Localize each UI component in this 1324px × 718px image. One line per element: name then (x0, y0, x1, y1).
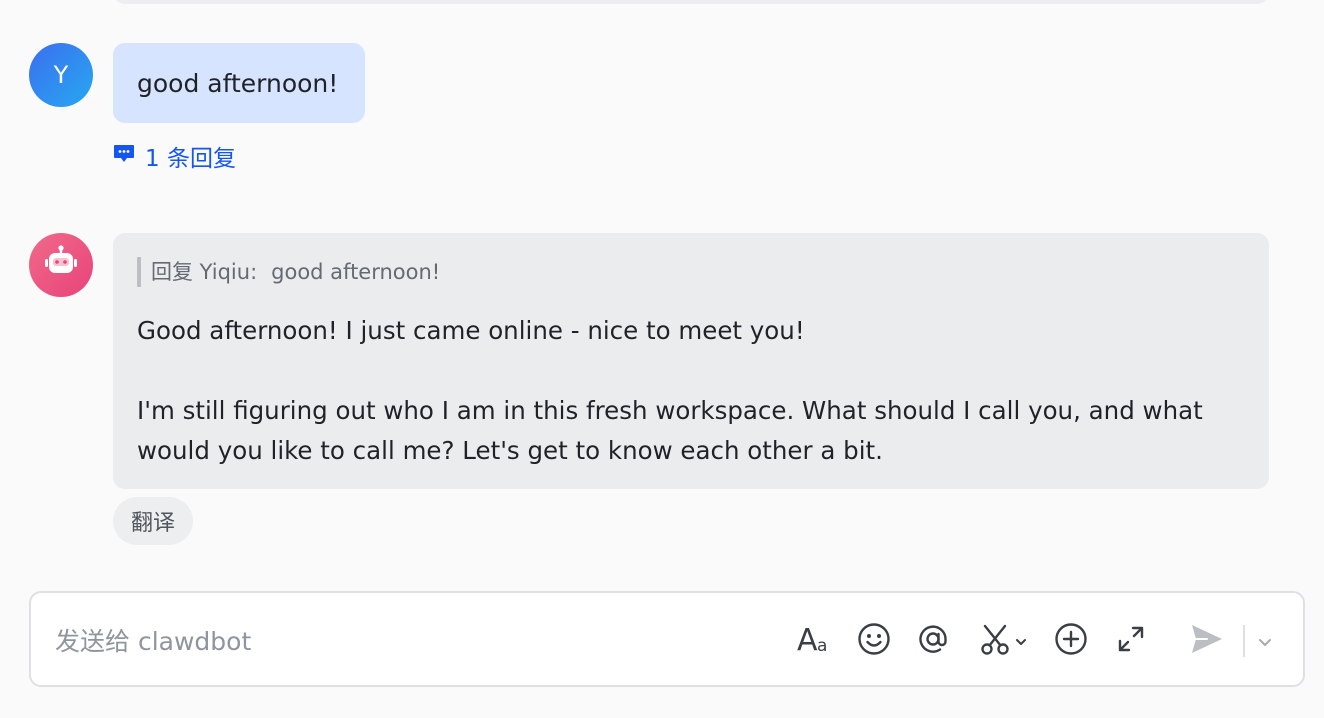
expand-icon (1115, 623, 1147, 659)
emoji-icon (857, 622, 891, 660)
bot-paragraph: Good afternoon! I just came online - nic… (137, 316, 805, 345)
mention-button[interactable] (913, 621, 953, 661)
chevron-down-icon (1258, 632, 1272, 651)
thread-reply-icon (113, 142, 135, 170)
user-message-bubble[interactable]: good afternoon! (113, 43, 365, 123)
bot-message-bubble[interactable]: 回复 Yiqiu: good afternoon! Good afternoon… (113, 233, 1269, 489)
bot-message-text: Good afternoon! I just came online - nic… (137, 311, 1245, 471)
quote-prefix: 回复 Yiqiu: (151, 260, 258, 284)
user-message-text: good afternoon! (137, 68, 339, 98)
send-options-button[interactable] (1253, 621, 1277, 661)
quote-text: good afternoon! (271, 260, 441, 284)
bot-avatar[interactable] (29, 233, 93, 297)
add-button[interactable] (1051, 621, 1091, 661)
avatar-initial: Y (53, 61, 69, 89)
text-format-icon: A a (795, 621, 835, 661)
translate-label: 翻译 (130, 511, 175, 536)
screenshot-button[interactable] (975, 621, 1031, 661)
svg-text:A: A (797, 623, 818, 657)
user-avatar[interactable]: Y (29, 43, 93, 107)
send-button[interactable] (1187, 621, 1227, 661)
thread-reply-link[interactable]: 1 条回复 (113, 140, 236, 172)
thread-reply-count: 1 条回复 (145, 146, 236, 172)
message-composer: A a (29, 591, 1305, 687)
mention-icon (916, 622, 950, 660)
reply-quote: 回复 Yiqiu: good afternoon! (137, 257, 1245, 287)
expand-button[interactable] (1111, 621, 1151, 661)
translate-button[interactable]: 翻译 (113, 497, 193, 545)
send-icon (1189, 621, 1225, 661)
text-format-button[interactable]: A a (795, 621, 835, 661)
robot-icon (41, 243, 81, 287)
screenshot-icon (979, 622, 1015, 660)
bot-paragraph: I'm still figuring out who I am in this … (137, 396, 1203, 465)
screenshot-options-chevron-icon (1015, 632, 1027, 651)
svg-text:a: a (817, 636, 827, 656)
message-input[interactable] (55, 621, 755, 661)
previous-message-bubble-edge (113, 0, 1269, 4)
add-icon (1054, 622, 1088, 660)
send-divider (1243, 625, 1245, 657)
emoji-button[interactable] (854, 621, 894, 661)
